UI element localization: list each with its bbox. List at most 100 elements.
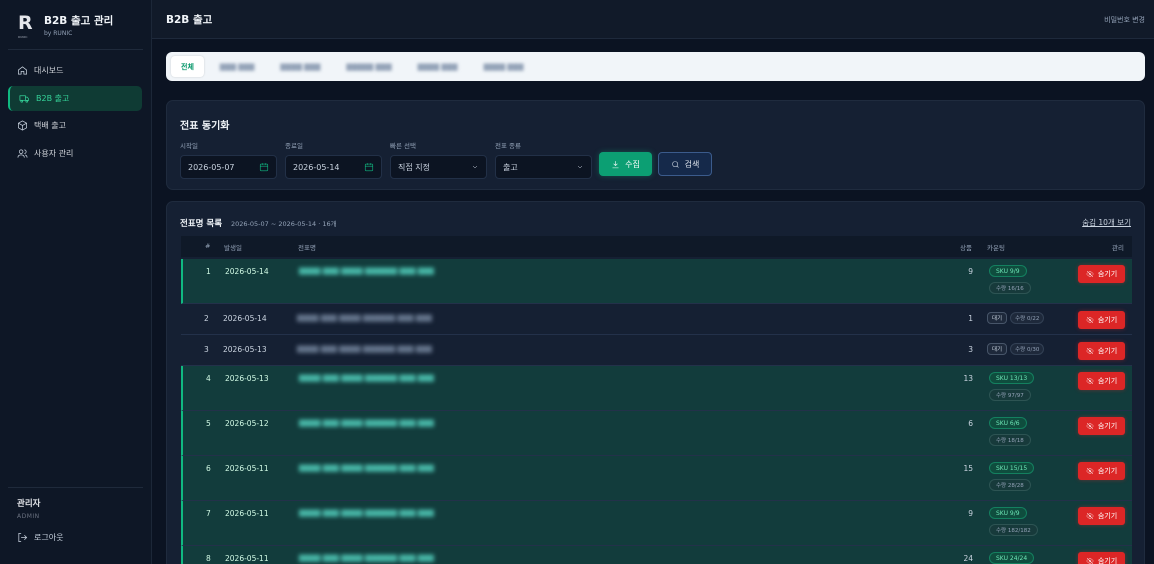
hide-button-label: 숨기기 — [1097, 316, 1118, 324]
table-row[interactable]: 4 2026-05-13 ▇▇▇▇ ▇▇▇ ▇▇▇▇ ▇▇▇▇▇▇ ▇▇▇ ▇▇▇ 1… — [181, 366, 1132, 411]
sidebar-item-parcel[interactable]: 택배 출고 — [8, 113, 142, 138]
sidebar-item-users[interactable]: 사용자 관리 — [8, 141, 142, 166]
quick-select-label: 빠른 선택 — [390, 142, 416, 150]
sync-panel: 전표 동기화 시작일 2026-05-07 종료일 2026-05-14 빠른 … — [166, 100, 1145, 190]
counting-status: SKU 24/24 — [989, 552, 1035, 564]
chevron-down-icon — [472, 165, 478, 169]
hide-button-label: 숨기기 — [1097, 377, 1118, 385]
hide-button-label: 숨기기 — [1097, 422, 1118, 430]
search-icon — [671, 160, 679, 168]
password-change-link[interactable]: 비밀번호 변경 — [1104, 15, 1145, 25]
row-number: 6 — [206, 464, 211, 473]
collect-button[interactable]: 수집 — [599, 152, 652, 176]
quick-select-dropdown[interactable]: 직접 지정 — [390, 155, 487, 179]
logout-button[interactable]: 로그아웃 — [17, 532, 63, 543]
row-goods-count: 15 — [963, 464, 973, 473]
row-number: 2 — [204, 314, 209, 323]
brand[interactable]: R RUNIC B2B 출고 관리 by RUNIC — [18, 14, 113, 40]
table-row[interactable]: 3 2026-05-13 ▇▇▇▇ ▇▇▇ ▇▇▇▇ ▇▇▇▇▇▇ ▇▇▇ ▇▇▇ 3… — [181, 335, 1132, 366]
hide-button[interactable]: 숨기기 — [1078, 342, 1125, 360]
voucher-type-value: 출고 — [503, 162, 518, 172]
col-num: # — [205, 242, 211, 250]
table-row[interactable]: 8 2026-05-11 ▇▇▇▇ ▇▇▇ ▇▇▇▇ ▇▇▇▇▇▇ ▇▇▇ ▇▇▇ 2… — [181, 546, 1132, 564]
sidebar-item-b2b[interactable]: B2B 출고 — [8, 85, 142, 111]
tab-blurred[interactable]: ▇▇▇▇ ▇▇▇ — [474, 56, 534, 77]
row-number: 7 — [206, 509, 211, 518]
table-row[interactable]: 1 2026-05-14 ▇▇▇▇ ▇▇▇ ▇▇▇▇ ▇▇▇▇▇▇ ▇▇▇ ▇▇▇ 9… — [181, 259, 1132, 304]
row-goods-count: 3 — [968, 345, 973, 354]
start-date-input[interactable]: 2026-05-07 — [180, 155, 277, 179]
table-row[interactable]: 5 2026-05-12 ▇▇▇▇ ▇▇▇ ▇▇▇▇ ▇▇▇▇▇▇ ▇▇▇ ▇▇▇ 6… — [181, 411, 1132, 456]
row-date: 2026-05-11 — [225, 464, 269, 473]
table-header: # 발생일 전표명 상품 카운팅 관리 — [181, 236, 1132, 257]
col-counting: 카운팅 — [987, 244, 1005, 252]
sidebar-item-dashboard[interactable]: 대시보드 — [8, 58, 142, 83]
list-title: 전표명 목록 — [180, 219, 223, 229]
tab-blurred[interactable]: ▇▇▇ ▇▇▇ — [210, 56, 265, 77]
hide-button-label: 숨기기 — [1097, 347, 1118, 355]
row-number: 3 — [204, 345, 209, 354]
counting-status: 대기 수량 0/30 — [987, 343, 1045, 355]
col-manage: 관리 — [1112, 244, 1124, 252]
truck-icon — [19, 94, 29, 103]
qty-badge: 수량 182/182 — [989, 524, 1038, 536]
sidebar-item-label: 택배 출고 — [34, 121, 66, 130]
row-date: 2026-05-12 — [225, 419, 269, 428]
sync-title: 전표 동기화 — [180, 121, 230, 132]
row-number: 1 — [206, 267, 211, 276]
logo-sub: RUNIC — [18, 35, 28, 39]
download-icon — [612, 160, 619, 168]
wait-badge: 대기 — [987, 343, 1008, 355]
calendar-icon[interactable] — [364, 162, 374, 172]
qty-badge: 수량 16/16 — [989, 282, 1031, 294]
logout-label: 로그아웃 — [34, 533, 64, 542]
hide-button[interactable]: 숨기기 — [1078, 462, 1125, 480]
row-date: 2026-05-11 — [225, 554, 269, 563]
sku-badge: SKU 13/13 — [989, 372, 1035, 384]
row-voucher-name-redacted: ▇▇▇▇ ▇▇▇ ▇▇▇▇ ▇▇▇▇▇▇ ▇▇▇ ▇▇▇ — [299, 419, 434, 427]
table-row[interactable]: 2 2026-05-14 ▇▇▇▇ ▇▇▇ ▇▇▇▇ ▇▇▇▇▇▇ ▇▇▇ ▇▇▇ 1… — [181, 304, 1132, 335]
end-date-input[interactable]: 2026-05-14 — [285, 155, 382, 179]
row-goods-count: 13 — [963, 374, 973, 383]
calendar-icon[interactable] — [259, 162, 269, 172]
quick-select-value: 직접 지정 — [398, 162, 430, 172]
eye-off-icon — [1086, 270, 1094, 278]
row-date: 2026-05-14 — [225, 267, 269, 276]
col-name: 전표명 — [298, 244, 316, 252]
hide-button[interactable]: 숨기기 — [1078, 265, 1125, 283]
hide-button[interactable]: 숨기기 — [1078, 552, 1125, 564]
sidebar-divider — [8, 487, 143, 488]
sku-badge: SKU 24/24 — [989, 552, 1035, 564]
counting-status: SKU 9/9 수량 16/16 — [989, 265, 1031, 294]
tab-all[interactable]: 전체 — [171, 56, 204, 77]
voucher-type-dropdown[interactable]: 출고 — [495, 155, 592, 179]
search-button[interactable]: 검색 — [658, 152, 712, 176]
tab-blurred[interactable]: ▇▇▇▇▇ ▇▇▇ — [336, 56, 401, 77]
list-meta: 2026-05-07 ~ 2026-05-14 · 16개 — [231, 220, 337, 228]
hide-button[interactable]: 숨기기 — [1078, 311, 1125, 329]
table-row[interactable]: 6 2026-05-11 ▇▇▇▇ ▇▇▇ ▇▇▇▇ ▇▇▇▇▇▇ ▇▇▇ ▇▇▇ 1… — [181, 456, 1132, 501]
tab-blurred[interactable]: ▇▇▇▇ ▇▇▇ — [270, 56, 330, 77]
eye-off-icon — [1086, 347, 1094, 355]
eye-off-icon — [1086, 557, 1094, 564]
counting-status: SKU 15/15 수량 28/28 — [989, 462, 1035, 491]
row-goods-count: 9 — [968, 509, 973, 518]
sidebar: R RUNIC B2B 출고 관리 by RUNIC 대시보드 B2B 출고 택… — [0, 0, 152, 564]
runic-logo: R RUNIC — [18, 14, 36, 40]
row-voucher-name-redacted: ▇▇▇▇ ▇▇▇ ▇▇▇▇ ▇▇▇▇▇▇ ▇▇▇ ▇▇▇ — [299, 464, 434, 472]
counting-status: SKU 6/6 수량 18/18 — [989, 417, 1031, 446]
home-icon — [18, 66, 27, 75]
qty-badge: 수량 97/97 — [989, 389, 1031, 401]
row-number: 4 — [206, 374, 211, 383]
hide-button[interactable]: 숨기기 — [1078, 417, 1125, 435]
hide-button[interactable]: 숨기기 — [1078, 507, 1125, 525]
show-hidden-link[interactable]: 숨김 10개 보기 — [1082, 217, 1131, 228]
tab-blurred[interactable]: ▇▇▇▇ ▇▇▇ — [408, 56, 468, 77]
counting-status: 대기 수량 0/22 — [987, 312, 1045, 324]
hide-button-label: 숨기기 — [1097, 512, 1118, 520]
table-row[interactable]: 7 2026-05-11 ▇▇▇▇ ▇▇▇ ▇▇▇▇ ▇▇▇▇▇▇ ▇▇▇ ▇▇▇ 9… — [181, 501, 1132, 546]
qty-badge: 수량 28/28 — [989, 479, 1031, 491]
row-voucher-name-redacted: ▇▇▇▇ ▇▇▇ ▇▇▇▇ ▇▇▇▇▇▇ ▇▇▇ ▇▇▇ — [297, 345, 432, 353]
hide-button[interactable]: 숨기기 — [1078, 372, 1125, 390]
sku-badge: SKU 9/9 — [989, 265, 1027, 277]
